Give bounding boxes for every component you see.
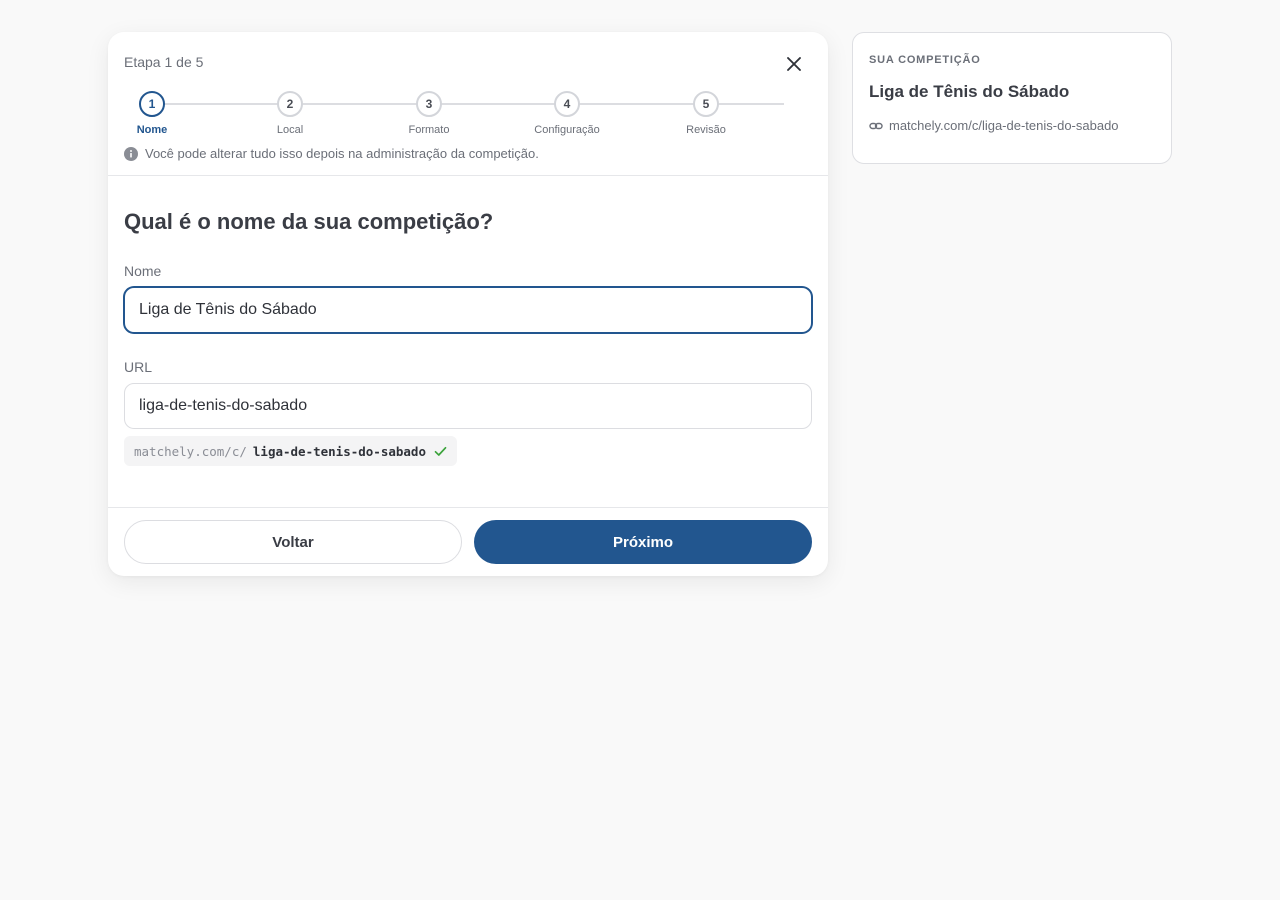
step-revisao[interactable]: 5 Revisão <box>656 91 756 136</box>
step-label: Configuração <box>534 124 600 136</box>
step-label: Formato <box>408 124 450 136</box>
summary-url-text: matchely.com/c/liga-de-tenis-do-sabado <box>889 118 1119 133</box>
close-button[interactable] <box>782 52 806 76</box>
hint-text: Você pode alterar tudo isso depois na ad… <box>145 146 539 161</box>
summary-title: Liga de Tênis do Sábado <box>869 82 1070 101</box>
url-prefix: matchely.com/c/ <box>134 443 247 459</box>
url-label: URL <box>124 359 153 375</box>
step-number: 3 <box>416 91 442 117</box>
step-label: Revisão <box>686 124 726 136</box>
step-configuracao[interactable]: 4 Configuração <box>517 91 617 136</box>
check-icon <box>434 446 447 457</box>
step-number: 2 <box>277 91 303 117</box>
footer-divider <box>108 507 828 508</box>
step-number: 5 <box>693 91 719 117</box>
link-icon <box>869 122 883 129</box>
url-slug: liga-de-tenis-do-sabado <box>252 443 426 459</box>
step-local[interactable]: 2 Local <box>240 91 340 136</box>
step-number: 4 <box>554 91 580 117</box>
step-formato[interactable]: 3 Formato <box>379 91 479 136</box>
summary-label: SUA COMPETIÇÃO <box>869 54 981 66</box>
step-label: Nome <box>136 124 168 136</box>
step-counter: Etapa 1 de 5 <box>124 54 204 70</box>
name-input[interactable] <box>124 287 812 333</box>
page-title: Qual é o nome da sua competição? <box>124 209 494 234</box>
step-number: 1 <box>139 91 165 117</box>
competition-summary-card: SUA COMPETIÇÃO Liga de Tênis do Sábado m… <box>852 32 1172 164</box>
stepper: 1 Nome 2 Local 3 Formato 4 Configuração … <box>137 91 784 136</box>
info-hint: Você pode alterar tudo isso depois na ad… <box>124 146 539 161</box>
url-input[interactable] <box>124 383 812 429</box>
step-nome[interactable]: 1 Nome <box>102 91 202 136</box>
name-label: Nome <box>124 263 162 279</box>
step-label: Local <box>276 124 304 136</box>
summary-url: matchely.com/c/liga-de-tenis-do-sabado <box>869 118 1119 133</box>
url-preview: matchely.com/c/ liga-de-tenis-do-sabado <box>124 436 457 466</box>
header-divider <box>108 175 828 176</box>
back-button[interactable]: Voltar <box>124 520 462 564</box>
close-icon <box>787 57 801 71</box>
next-button[interactable]: Próximo <box>474 520 812 564</box>
wizard-card: Etapa 1 de 5 1 Nome 2 Local 3 Formato 4 … <box>108 32 828 576</box>
info-icon <box>124 146 138 161</box>
